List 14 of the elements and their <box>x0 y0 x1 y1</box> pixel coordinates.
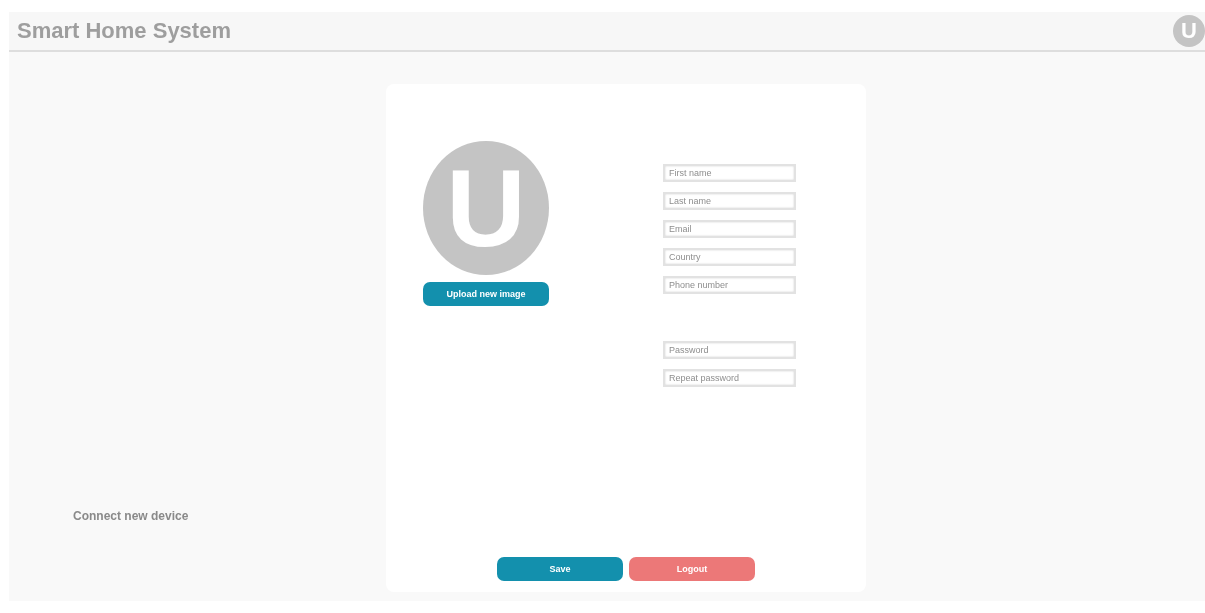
save-button[interactable]: Save <box>497 557 623 581</box>
user-avatar-button[interactable]: U <box>1173 15 1205 47</box>
avatar: U <box>423 141 549 275</box>
app-title: Smart Home System <box>17 18 231 44</box>
input-field[interactable]: First name <box>663 164 796 182</box>
input-field[interactable]: Phone number <box>663 276 796 294</box>
input-field[interactable]: Last name <box>663 192 796 210</box>
password-field[interactable]: Password <box>663 341 796 359</box>
password-field[interactable]: Repeat password <box>663 369 796 387</box>
logout-button[interactable]: Logout <box>629 557 755 581</box>
input-field[interactable]: Country <box>663 248 796 266</box>
upload-image-button[interactable]: Upload new image <box>423 282 549 306</box>
connect-device-link[interactable]: Connect new device <box>73 509 189 523</box>
input-field[interactable]: Email <box>663 220 796 238</box>
